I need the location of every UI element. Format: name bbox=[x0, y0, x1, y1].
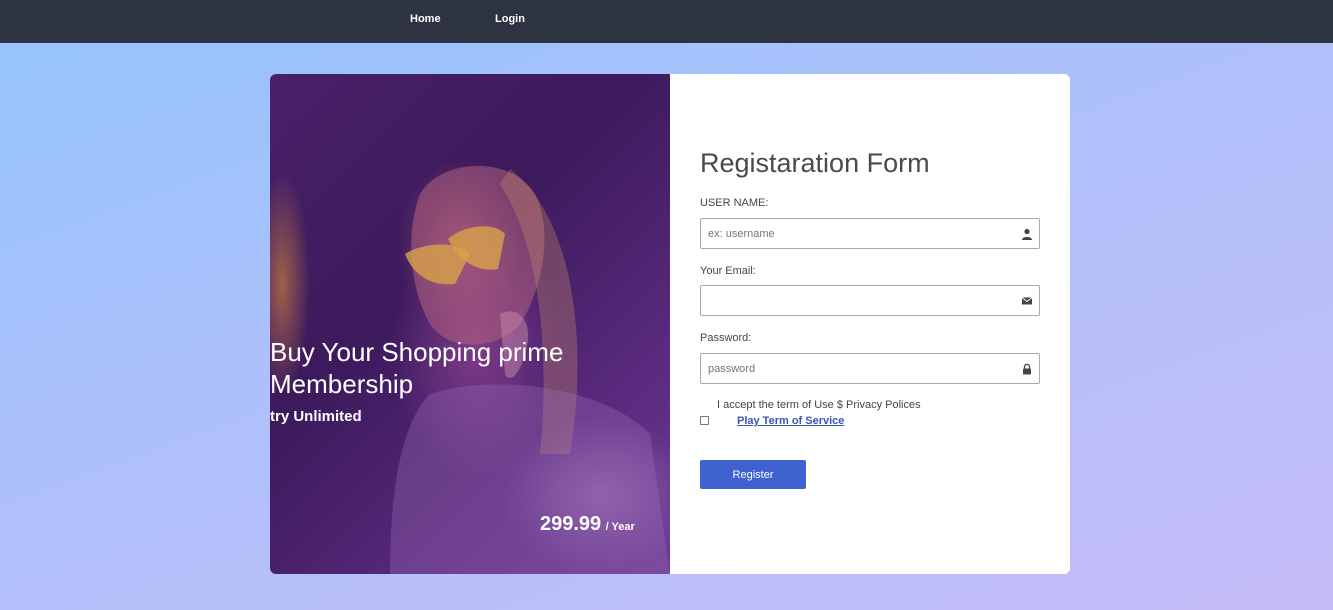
promo-subtitle: try Unlimited bbox=[270, 408, 362, 425]
password-field-wrapper bbox=[700, 353, 1040, 384]
price-period: / Year bbox=[605, 521, 635, 533]
envelope-icon bbox=[1021, 297, 1033, 305]
username-field-wrapper bbox=[700, 218, 1040, 249]
email-input[interactable] bbox=[701, 286, 1008, 315]
username-input[interactable] bbox=[701, 219, 1008, 248]
registration-card: Buy Your Shopping prime Membership try U… bbox=[270, 74, 1070, 574]
promo-title: Buy Your Shopping prime Membership bbox=[270, 337, 564, 399]
email-field-wrapper bbox=[700, 285, 1040, 316]
price-amount: 299.99 bbox=[540, 513, 602, 535]
password-input[interactable] bbox=[701, 354, 1008, 383]
promo-background-image bbox=[390, 165, 670, 574]
terms-text: I accept the term of Use $ Privacy Polic… bbox=[717, 399, 921, 411]
price-display: 299.99 / Year bbox=[540, 513, 635, 536]
password-label: Password: bbox=[700, 332, 752, 344]
terms-checkbox[interactable] bbox=[700, 416, 709, 425]
register-button[interactable]: Register bbox=[700, 460, 806, 489]
user-icon bbox=[1022, 228, 1032, 240]
terms-of-service-link[interactable]: Play Term of Service bbox=[737, 415, 844, 427]
nav-home-link[interactable]: Home bbox=[410, 13, 441, 25]
email-label: Your Email: bbox=[700, 265, 756, 277]
lock-icon bbox=[1023, 363, 1031, 375]
registration-form: Registaration Form USER NAME: Your Email… bbox=[670, 74, 1070, 574]
promo-panel: Buy Your Shopping prime Membership try U… bbox=[270, 74, 670, 574]
username-label: USER NAME: bbox=[700, 197, 769, 209]
top-navbar: Home Login bbox=[0, 0, 1333, 43]
form-title: Registaration Form bbox=[700, 148, 930, 178]
nav-login-link[interactable]: Login bbox=[495, 13, 525, 25]
